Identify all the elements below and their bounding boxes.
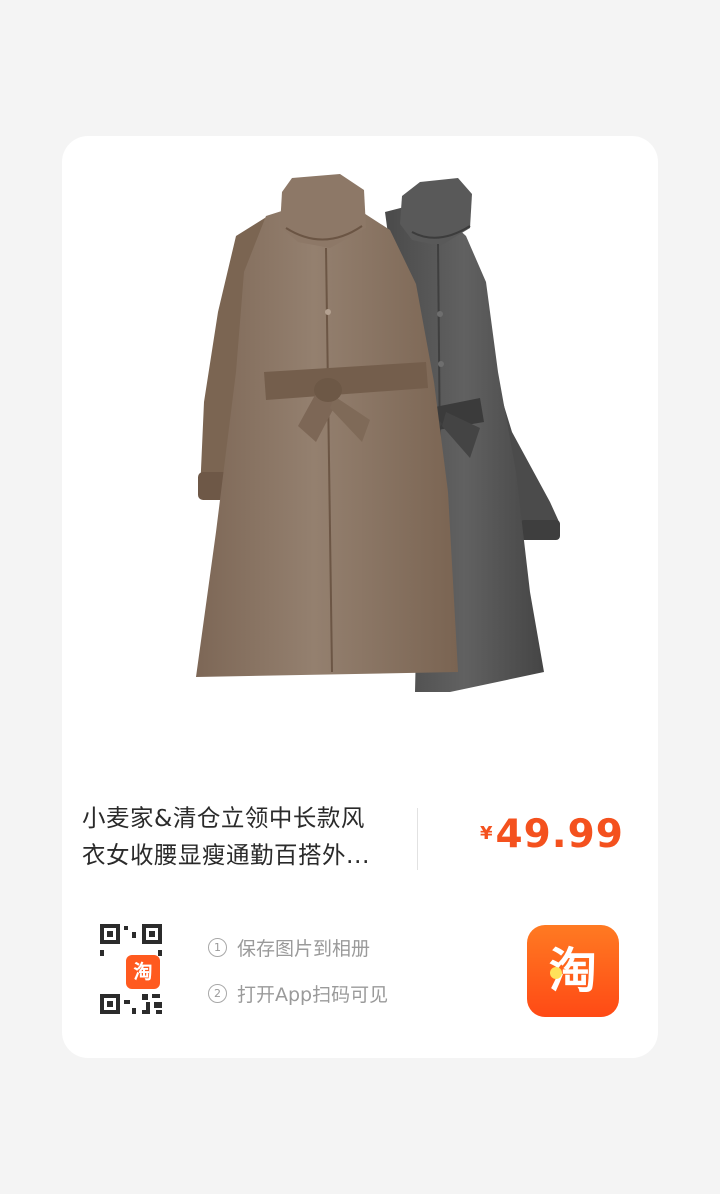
qr-center-logo-icon: 淘: [126, 955, 160, 989]
product-image: [196, 174, 560, 692]
product-title-line-2: 衣女收腰显瘦通勤百搭外...: [82, 841, 370, 869]
step-2-number-icon: 2: [208, 984, 227, 1003]
step-scan-app: 2 打开App扫码可见: [208, 980, 388, 1007]
taobao-logo-icon[interactable]: 淘: [527, 925, 619, 1017]
step-1-number-icon: 1: [208, 938, 227, 957]
step-1-label: 保存图片到相册: [237, 938, 371, 960]
step-save-image: 1 保存图片到相册: [208, 934, 370, 961]
product-title-line-1: 小麦家&清仓立领中长款风: [82, 804, 365, 832]
price-currency: ¥: [480, 823, 493, 844]
title-price-divider: [417, 808, 418, 870]
share-card: 小麦家&清仓立领中长款风 衣女收腰显瘦通勤百搭外... ¥49.99 淘 1 保…: [62, 136, 658, 1058]
logo-dot: [550, 967, 562, 979]
product-price: ¥49.99: [480, 812, 624, 857]
product-title[interactable]: 小麦家&清仓立领中长款风 衣女收腰显瘦通勤百搭外...: [82, 800, 404, 874]
price-amount: 49.99: [495, 812, 624, 857]
step-2-label: 打开App扫码可见: [237, 984, 389, 1006]
